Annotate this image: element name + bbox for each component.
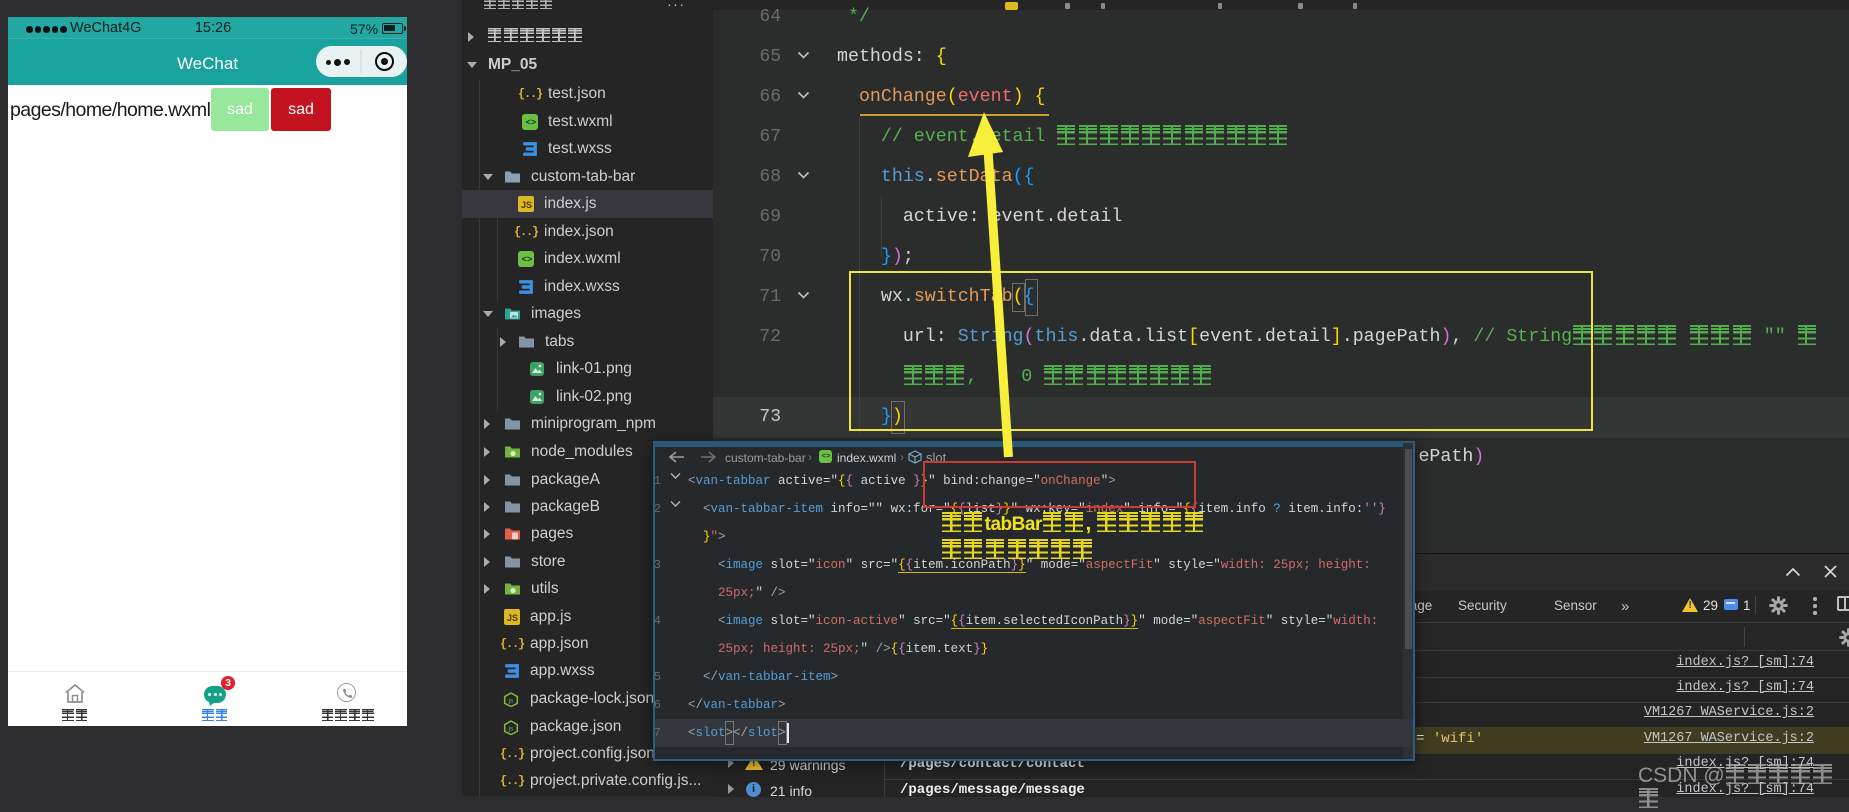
svg-text:js: js	[508, 726, 514, 733]
svg-text:js: js	[508, 698, 514, 705]
